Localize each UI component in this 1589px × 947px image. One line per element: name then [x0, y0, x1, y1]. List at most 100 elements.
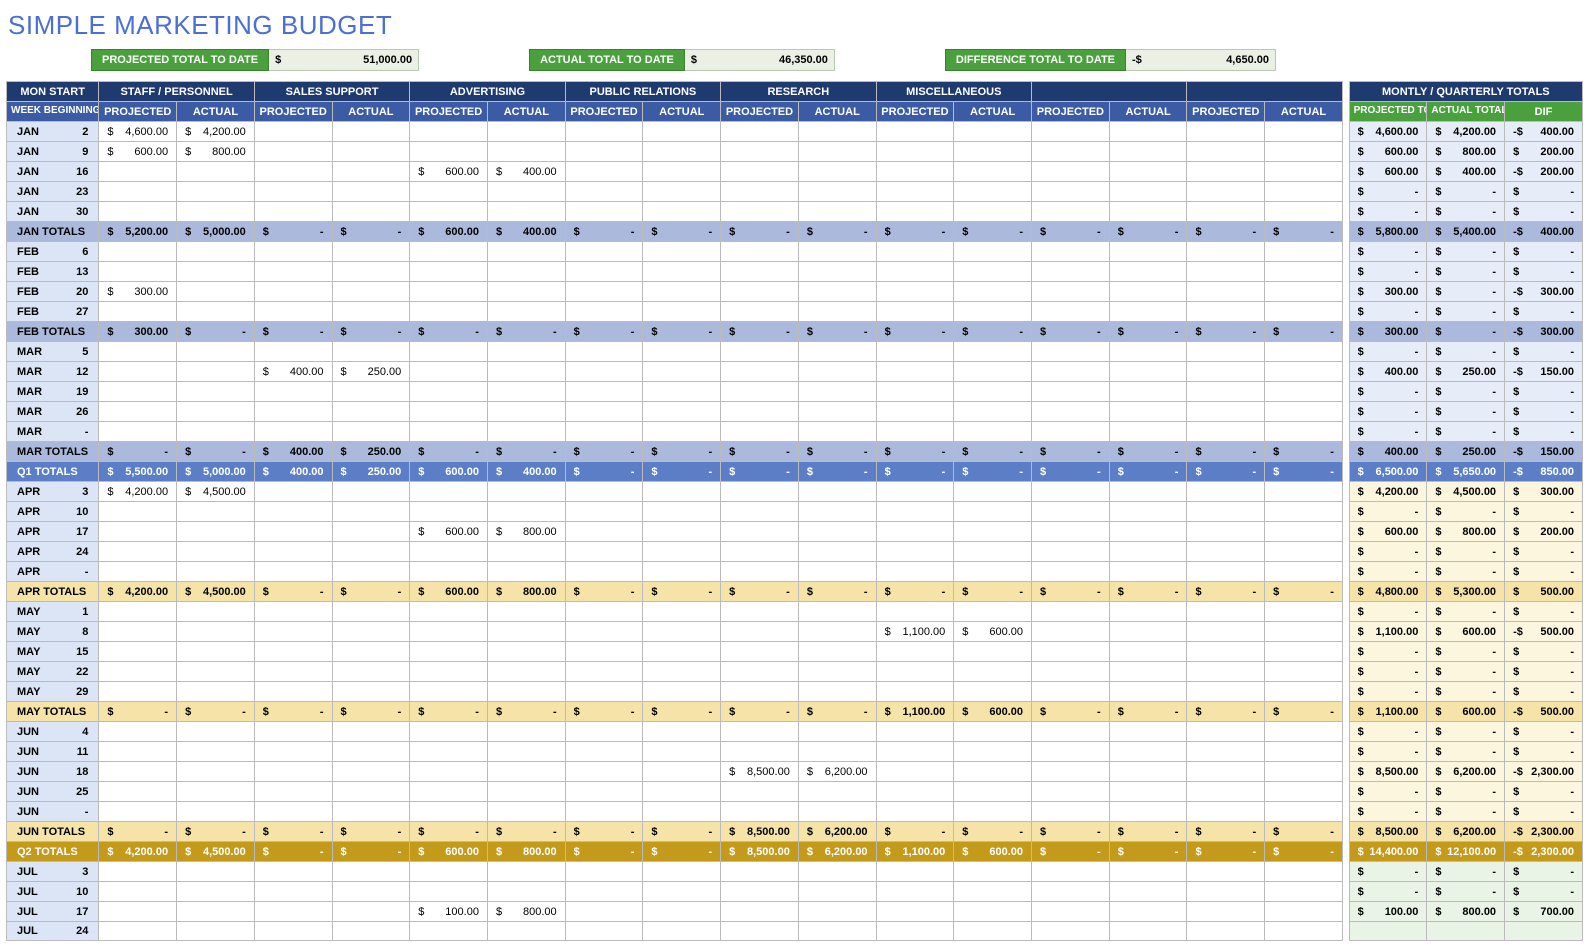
cell[interactable]: $-: [1109, 822, 1187, 842]
dif-cell[interactable]: $300.00: [1505, 482, 1583, 502]
cell[interactable]: [254, 722, 332, 742]
cell[interactable]: $800.00: [487, 582, 565, 602]
cell[interactable]: [565, 722, 643, 742]
cell[interactable]: [1032, 902, 1110, 922]
cell[interactable]: [954, 602, 1032, 622]
cell[interactable]: [1109, 362, 1187, 382]
cell[interactable]: $100.00: [410, 902, 488, 922]
cell[interactable]: $800.00: [487, 522, 565, 542]
cell[interactable]: [177, 662, 255, 682]
cell[interactable]: [332, 762, 410, 782]
dif-cell[interactable]: -$500.00: [1505, 702, 1583, 722]
cell[interactable]: [410, 802, 488, 822]
cell[interactable]: [487, 422, 565, 442]
dif-cell[interactable]: -$150.00: [1505, 442, 1583, 462]
cell[interactable]: $-: [1349, 782, 1427, 802]
cell[interactable]: [177, 422, 255, 442]
cell[interactable]: [99, 362, 177, 382]
cell[interactable]: [798, 142, 876, 162]
cell[interactable]: [1109, 682, 1187, 702]
cell[interactable]: $-: [643, 222, 721, 242]
cell[interactable]: [643, 922, 721, 941]
cell[interactable]: [254, 862, 332, 882]
cell[interactable]: [487, 382, 565, 402]
cell[interactable]: [876, 142, 954, 162]
dif-cell[interactable]: -$200.00: [1505, 162, 1583, 182]
cell[interactable]: $-: [643, 822, 721, 842]
cell[interactable]: [254, 402, 332, 422]
cell[interactable]: $-: [876, 322, 954, 342]
cell[interactable]: [1187, 242, 1265, 262]
cell[interactable]: [798, 502, 876, 522]
cell[interactable]: [99, 562, 177, 582]
cell[interactable]: $1,100.00: [1349, 622, 1427, 642]
cell[interactable]: $4,200.00: [1349, 482, 1427, 502]
cell[interactable]: $-: [1427, 202, 1505, 222]
cell[interactable]: $-: [565, 842, 643, 862]
cell[interactable]: [410, 262, 488, 282]
cell[interactable]: [410, 282, 488, 302]
cell[interactable]: [177, 202, 255, 222]
cell[interactable]: [1187, 642, 1265, 662]
cell[interactable]: $-: [1349, 402, 1427, 422]
cell[interactable]: $800.00: [1427, 902, 1505, 922]
cell[interactable]: [565, 662, 643, 682]
cell[interactable]: [1265, 382, 1343, 402]
cell[interactable]: [1032, 482, 1110, 502]
cell[interactable]: [1032, 262, 1110, 282]
cell[interactable]: [643, 422, 721, 442]
cell[interactable]: $4,200.00: [1427, 122, 1505, 142]
cell[interactable]: [332, 782, 410, 802]
cell[interactable]: [332, 882, 410, 902]
cell[interactable]: $-: [1109, 842, 1187, 862]
dif-cell[interactable]: $-: [1505, 862, 1583, 882]
cell[interactable]: $6,200.00: [798, 822, 876, 842]
cell[interactable]: [332, 682, 410, 702]
cell[interactable]: [1109, 202, 1187, 222]
cell[interactable]: [1265, 662, 1343, 682]
cell[interactable]: $-: [1349, 562, 1427, 582]
cell[interactable]: [954, 722, 1032, 742]
cell[interactable]: $-: [876, 442, 954, 462]
cell[interactable]: [1032, 622, 1110, 642]
cell[interactable]: $300.00: [1349, 322, 1427, 342]
cell[interactable]: [798, 282, 876, 302]
dif-cell[interactable]: $-: [1505, 802, 1583, 822]
cell[interactable]: [643, 542, 721, 562]
cell[interactable]: [1187, 282, 1265, 302]
cell[interactable]: [487, 122, 565, 142]
cell[interactable]: $-: [721, 322, 799, 342]
cell[interactable]: $-: [1109, 322, 1187, 342]
cell[interactable]: [332, 902, 410, 922]
cell[interactable]: $6,200.00: [798, 762, 876, 782]
cell[interactable]: $250.00: [332, 462, 410, 482]
cell[interactable]: $600.00: [410, 162, 488, 182]
cell[interactable]: [332, 342, 410, 362]
cell[interactable]: [1032, 202, 1110, 222]
cell[interactable]: $5,400.00: [1427, 222, 1505, 242]
cell[interactable]: $-: [643, 442, 721, 462]
cell[interactable]: [99, 602, 177, 622]
cell[interactable]: [643, 642, 721, 662]
cell[interactable]: $-: [1427, 422, 1505, 442]
cell[interactable]: [1032, 722, 1110, 742]
cell[interactable]: [1265, 362, 1343, 382]
cell[interactable]: $-: [876, 822, 954, 842]
cell[interactable]: $-: [876, 462, 954, 482]
cell[interactable]: [1187, 122, 1265, 142]
cell[interactable]: [954, 422, 1032, 442]
cell[interactable]: [798, 482, 876, 502]
cell[interactable]: [254, 202, 332, 222]
cell[interactable]: [643, 302, 721, 322]
cell[interactable]: [254, 902, 332, 922]
cell[interactable]: $12,100.00: [1427, 842, 1505, 862]
cell[interactable]: $-: [410, 322, 488, 342]
dif-cell[interactable]: $-: [1505, 682, 1583, 702]
cell[interactable]: $-: [1265, 582, 1343, 602]
cell[interactable]: [1187, 862, 1265, 882]
cell[interactable]: $400.00: [487, 462, 565, 482]
cell[interactable]: [99, 242, 177, 262]
cell[interactable]: [876, 562, 954, 582]
cell[interactable]: [1032, 122, 1110, 142]
cell[interactable]: [721, 902, 799, 922]
